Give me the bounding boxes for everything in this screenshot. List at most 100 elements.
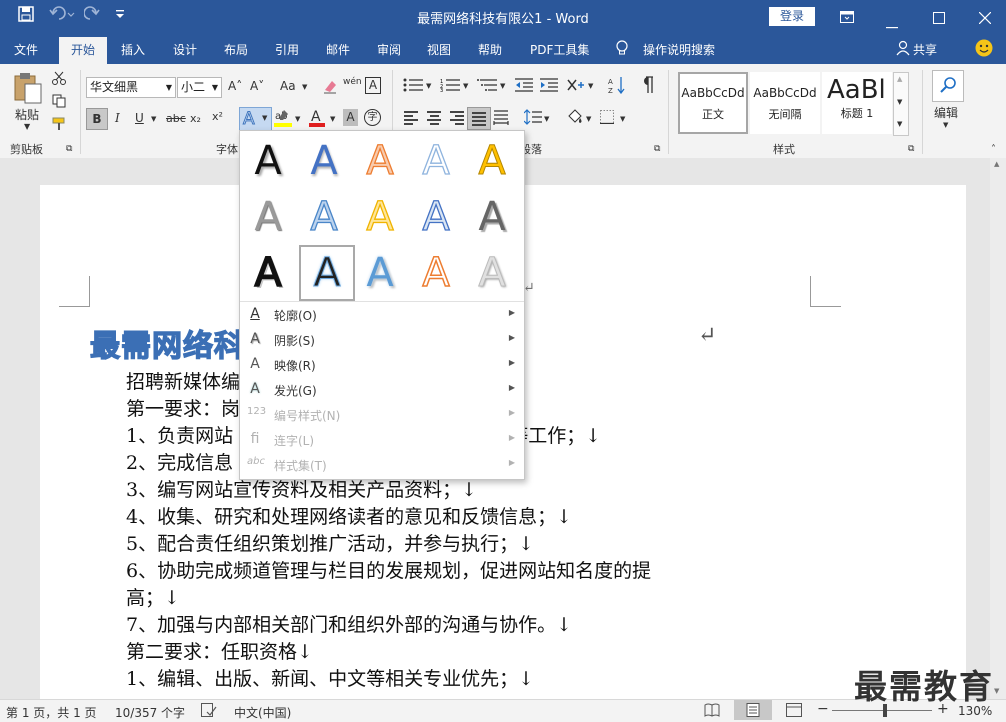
tab-mailings[interactable]: 邮件 (326, 41, 350, 58)
tab-help[interactable]: 帮助 (478, 41, 502, 58)
web-layout-icon[interactable] (786, 703, 802, 720)
effect-reflection-blue[interactable]: A (296, 189, 352, 245)
copy-icon[interactable] (52, 94, 66, 111)
effect-outline-orange[interactable]: A (352, 133, 408, 189)
doc-line[interactable]: 高；↓ (126, 583, 180, 610)
effect-outline-orange-bold[interactable]: A (408, 245, 464, 301)
effect-fill-darkgray[interactable]: A (464, 189, 520, 245)
doc-heading[interactable]: 最需网络科 (89, 321, 245, 365)
line-spacing-icon[interactable] (523, 109, 542, 128)
paragraph-launcher-icon[interactable]: ⧉ (654, 144, 660, 154)
tab-design[interactable]: 设计 (173, 41, 197, 58)
tab-file[interactable]: 文件 (14, 41, 38, 58)
print-layout-button[interactable] (734, 700, 772, 720)
chevron-down-icon[interactable]: ▼ (943, 121, 948, 129)
effect-fill-gold[interactable]: A (464, 133, 520, 189)
menu-item-glow[interactable]: A 发光(G) ▶ (240, 378, 524, 403)
tab-view[interactable]: 视图 (427, 41, 451, 58)
bullets-icon[interactable] (403, 78, 423, 95)
effect-fill-silver[interactable]: A (464, 245, 520, 301)
effect-selected-glow[interactable]: A (299, 245, 355, 301)
font-name-select[interactable]: 华文细黑 ▼ (86, 77, 176, 98)
clear-formatting-icon[interactable] (322, 78, 338, 97)
more-styles-icon[interactable]: ▼ (897, 120, 902, 128)
phonetic-guide-button[interactable]: wén (343, 77, 362, 87)
share-button[interactable]: 共享 (913, 41, 937, 58)
tell-me-search[interactable]: 操作说明搜索 (643, 41, 715, 58)
numbering-icon[interactable]: 123 (440, 78, 460, 95)
ribbon-display-icon[interactable] (840, 9, 854, 27)
doc-line[interactable]: 4、收集、研究和处理网络读者的意见和反馈信息；↓ (126, 502, 572, 529)
increase-indent-icon[interactable] (540, 78, 558, 95)
login-button[interactable]: 登录 (769, 7, 815, 26)
superscript-button[interactable]: x² (212, 110, 223, 123)
effect-fill-black[interactable]: A (240, 133, 296, 189)
chinese-layout-icon[interactable] (566, 77, 586, 96)
distributed-icon[interactable] (493, 109, 509, 128)
chevron-down-icon[interactable]: ▼ (544, 115, 549, 123)
proofing-icon[interactable] (201, 703, 217, 720)
underline-button[interactable]: U (135, 111, 144, 125)
character-shading-button[interactable]: A (343, 109, 358, 126)
subscript-button[interactable]: x₂ (190, 112, 201, 125)
strikethrough-button[interactable]: abc (166, 112, 186, 125)
highlight-icon[interactable]: ab (274, 108, 292, 131)
page-count[interactable]: 第 1 页，共 1 页 (6, 704, 97, 721)
zoom-out-button[interactable]: − (817, 701, 829, 717)
doc-line[interactable]: 招聘新媒体编 (126, 367, 240, 394)
menu-item-outline[interactable]: A 轮廓(O) ▶ (240, 303, 524, 328)
doc-line[interactable]: 1、编辑、出版、新闻、中文等相关专业优先；↓ (126, 664, 534, 691)
tab-insert[interactable]: 插入 (121, 41, 145, 58)
effect-bold-black[interactable]: A (240, 245, 296, 301)
chevron-down-icon[interactable]: ▼ (463, 82, 468, 90)
chevron-down-icon[interactable]: ▼ (295, 115, 300, 123)
doc-line[interactable]: 6、协助完成频道管理与栏目的发展规划，促进网站知名度的提 (126, 556, 651, 583)
find-icon[interactable] (932, 70, 964, 102)
effect-outline-lightblue[interactable]: A (408, 133, 464, 189)
shading-icon[interactable] (566, 108, 584, 129)
format-painter-icon[interactable] (52, 117, 66, 134)
chevron-down-icon[interactable]: ▼ (897, 98, 902, 106)
justify-button[interactable] (467, 107, 491, 130)
tab-layout[interactable]: 布局 (224, 41, 248, 58)
cut-icon[interactable] (52, 71, 66, 88)
doc-line[interactable]: 第二要求：任职资格↓ (126, 637, 313, 664)
effect-outline-blue[interactable]: A (408, 189, 464, 245)
change-case-button[interactable]: Aa (280, 79, 296, 93)
tab-pdf-tools[interactable]: PDF工具集 (530, 41, 589, 58)
styles-launcher-icon[interactable]: ⧉ (908, 144, 914, 154)
chevron-down-icon[interactable]: ▼ (586, 115, 591, 123)
chevron-down-icon[interactable]: ▼ (588, 82, 593, 90)
chevron-up-icon[interactable]: ▲ (897, 75, 902, 83)
effect-fill-blue-shadow[interactable]: A (352, 245, 408, 301)
chevron-down-icon[interactable]: ▼ (151, 115, 156, 123)
tab-home[interactable]: 开始 (59, 37, 107, 64)
sort-icon[interactable]: AZ (608, 76, 626, 97)
chevron-down-icon[interactable]: ▼ (330, 115, 335, 123)
show-marks-icon[interactable] (640, 76, 654, 97)
editing-button[interactable]: 编辑 (934, 104, 958, 121)
font-size-select[interactable]: 小二 ▼ (177, 77, 222, 98)
align-left-icon[interactable] (404, 111, 418, 125)
tab-review[interactable]: 审阅 (377, 41, 401, 58)
effect-fill-blue[interactable]: A (296, 133, 352, 189)
menu-item-reflection[interactable]: A 映像(R) ▶ (240, 353, 524, 378)
style-no-spacing[interactable]: AaBbCcDd 无间隔 (750, 72, 820, 134)
paste-button[interactable]: 粘贴 (15, 106, 39, 123)
collapse-ribbon-icon[interactable]: ˄ (991, 144, 996, 155)
minimize-icon[interactable] (886, 15, 898, 33)
doc-line[interactable]: 5、配合责任组织策划推广活动，并参与执行；↓ (126, 529, 534, 556)
maximize-icon[interactable] (933, 10, 945, 28)
scroll-down-icon[interactable]: ▼ (994, 687, 999, 695)
shrink-font-button[interactable]: A˅ (250, 79, 264, 93)
borders-icon[interactable] (600, 110, 614, 127)
smiley-icon[interactable] (975, 39, 993, 60)
style-normal[interactable]: AaBbCcDd 正文 (678, 72, 748, 134)
close-icon[interactable] (978, 10, 992, 28)
zoom-slider[interactable] (832, 710, 932, 711)
align-center-icon[interactable] (427, 111, 441, 125)
menu-item-shadow[interactable]: A 阴影(S) ▶ (240, 328, 524, 353)
text-effects-button[interactable]: A ▼ (239, 107, 272, 131)
tab-references[interactable]: 引用 (275, 41, 299, 58)
word-count[interactable]: 10/357 个字 (115, 704, 185, 721)
